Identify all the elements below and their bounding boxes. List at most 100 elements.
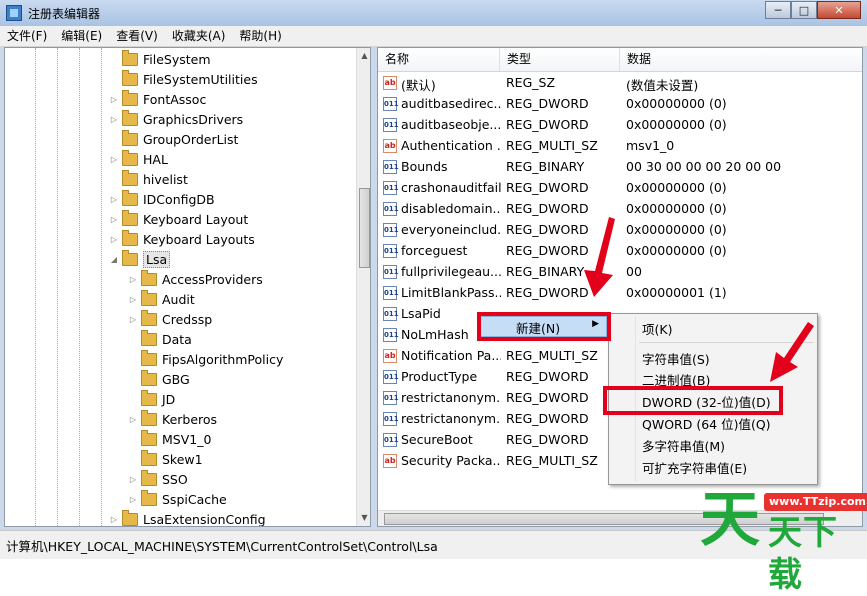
column-header-data[interactable]: 数据	[620, 48, 862, 71]
tree-scroll-thumb[interactable]	[359, 188, 370, 268]
menu-view[interactable]: 查看(V)	[109, 26, 165, 46]
registry-tree[interactable]: ▲ ▼ FileSystem FileSystemUtilities ▷ FontAs…	[4, 47, 371, 527]
tree-expander-icon[interactable]: ▷	[128, 275, 138, 284]
highlight-box-dword	[603, 386, 783, 415]
menu-item-key[interactable]: 项(K)	[642, 319, 672, 338]
value-type: REG_DWORD	[506, 390, 589, 405]
title-bar[interactable]: 注册表编辑器 ─ □ ✕	[0, 0, 867, 26]
menu-favorites[interactable]: 收藏夹(A)	[165, 26, 233, 46]
tree-expander-icon[interactable]: ▷	[109, 215, 119, 224]
tree-expander-icon[interactable]: ▷	[109, 115, 119, 124]
menu-item-expandable-string-value[interactable]: 可扩充字符串值(E)	[642, 458, 747, 477]
binary-value-icon: 011	[383, 286, 399, 300]
menu-edit[interactable]: 编辑(E)	[54, 26, 109, 46]
tree-expander-icon[interactable]: ▷	[109, 95, 119, 104]
folder-icon	[122, 49, 138, 66]
tree-node[interactable]: ▷ Keyboard Layouts	[109, 229, 255, 249]
menu-item-multi-string-value[interactable]: 多字符串值(M)	[642, 436, 725, 455]
tree-node-label: AccessProviders	[162, 271, 263, 287]
tree-expander-icon[interactable]: ▷	[128, 495, 138, 504]
tree-node[interactable]: ▷ LsaExtensionConfig	[109, 509, 266, 526]
value-row[interactable]: 011 auditbasedirec... REG_DWORD 0x00000000 …	[378, 94, 862, 115]
tree-node-label: FileSystem	[143, 51, 211, 67]
watermark-logo: 天 www.TTzip.com 天下载	[700, 480, 867, 595]
tree-node[interactable]: ▷ FontAssoc	[109, 89, 206, 109]
binary-value-icon: 011	[383, 265, 399, 279]
binary-value-icon: 011	[383, 202, 399, 216]
tree-expander-icon[interactable]: ▷	[109, 155, 119, 164]
tree-node[interactable]: FileSystemUtilities	[109, 69, 258, 89]
tree-node[interactable]: ▷ Audit	[128, 289, 195, 309]
tree-node[interactable]: Skew1	[128, 449, 203, 469]
tree-node-selected[interactable]: ◢ Lsa	[109, 249, 171, 269]
tree-node[interactable]: ▷ IDConfigDB	[109, 189, 215, 209]
tree-node-label: HAL	[143, 151, 168, 167]
value-data: (数值未设置)	[626, 78, 699, 93]
value-data: 0x00000000 (0)	[626, 222, 727, 237]
value-name: restrictanonym...	[401, 390, 501, 405]
tree-node[interactable]: FipsAlgorithmPolicy	[128, 349, 283, 369]
value-row[interactable]: 011 crashonauditfail REG_DWORD 0x00000000 (…	[378, 178, 862, 199]
value-row[interactable]: ab Authentication ... REG_MULTI_SZ msv1_0	[378, 136, 862, 157]
string-value-icon: ab	[383, 349, 397, 363]
tree-node-label: Audit	[162, 291, 195, 307]
tree-node-label: Keyboard Layout	[143, 211, 249, 227]
value-data: 0x00000000 (0)	[626, 96, 727, 111]
tree-node[interactable]: hivelist	[109, 169, 188, 189]
tree-node[interactable]: ▷ SspiCache	[128, 489, 227, 509]
folder-icon	[141, 429, 157, 446]
tree-node[interactable]: Data	[128, 329, 192, 349]
tree-node[interactable]: MSV1_0	[128, 429, 211, 449]
tree-node[interactable]: GroupOrderList	[109, 129, 238, 149]
menu-item-qword-value[interactable]: QWORD (64 位)值(Q)	[642, 414, 771, 433]
binary-value-icon: 011	[383, 307, 399, 321]
tree-expander-icon[interactable]: ◢	[109, 255, 119, 264]
folder-icon	[141, 489, 157, 506]
tree-expander-icon[interactable]: ▷	[128, 295, 138, 304]
folder-icon	[141, 349, 157, 366]
folder-icon	[122, 89, 138, 106]
scroll-up-arrow-icon[interactable]: ▲	[357, 48, 370, 64]
tree-node-label: GBG	[162, 371, 190, 387]
value-name: fullprivilegeau...	[401, 264, 501, 279]
menu-item-string-value[interactable]: 字符串值(S)	[642, 349, 710, 368]
tree-node[interactable]: ▷ Keyboard Layout	[109, 209, 248, 229]
tree-expander-icon[interactable]: ▷	[109, 235, 119, 244]
tree-expander-icon[interactable]: ▷	[128, 315, 138, 324]
maximize-button[interactable]: □	[791, 1, 817, 19]
tree-node[interactable]: ▷ AccessProviders	[128, 269, 263, 289]
value-name: SecureBoot	[401, 432, 473, 447]
tree-expander-icon[interactable]: ▷	[128, 415, 138, 424]
folder-icon	[141, 369, 157, 386]
tree-expander-icon[interactable]: ▷	[128, 475, 138, 484]
tree-node[interactable]: ▷ HAL	[109, 149, 168, 169]
tree-node-label: GroupOrderList	[143, 131, 239, 147]
value-row[interactable]: 011 auditbaseobje... REG_DWORD 0x00000000 (…	[378, 115, 862, 136]
column-header-name[interactable]: 名称	[378, 48, 500, 71]
folder-icon	[141, 309, 157, 326]
tree-node[interactable]: ▷ Kerberos	[128, 409, 217, 429]
folder-icon	[122, 209, 138, 226]
tree-node[interactable]: JD	[128, 389, 175, 409]
tree-expander-icon[interactable]: ▷	[109, 195, 119, 204]
value-row[interactable]: 011 Bounds REG_BINARY 00 30 00 00 00 20 00 …	[378, 157, 862, 178]
menu-file[interactable]: 文件(F)	[0, 26, 54, 46]
value-data: 00	[626, 264, 642, 279]
tree-node[interactable]: GBG	[128, 369, 190, 389]
minimize-button[interactable]: ─	[765, 1, 791, 19]
tree-node[interactable]: ▷ GraphicsDrivers	[109, 109, 243, 129]
tree-node-label: IDConfigDB	[143, 191, 215, 207]
tree-node[interactable]: ▷ Credssp	[128, 309, 212, 329]
value-data: 0x00000000 (0)	[626, 180, 727, 195]
value-row[interactable]: ab (默认) REG_SZ (数值未设置)	[378, 73, 862, 94]
tree-scrollbar[interactable]: ▲ ▼	[356, 48, 370, 526]
tree-expander-icon[interactable]: ▷	[109, 515, 119, 524]
column-header-type[interactable]: 类型	[500, 48, 620, 71]
scroll-down-arrow-icon[interactable]: ▼	[357, 510, 370, 526]
tree-node[interactable]: FileSystem	[109, 49, 211, 69]
tree-node[interactable]: ▷ SSO	[128, 469, 188, 489]
menu-help[interactable]: 帮助(H)	[232, 26, 288, 46]
folder-icon	[122, 169, 138, 186]
value-type: REG_DWORD	[506, 201, 589, 216]
close-button[interactable]: ✕	[817, 1, 861, 19]
